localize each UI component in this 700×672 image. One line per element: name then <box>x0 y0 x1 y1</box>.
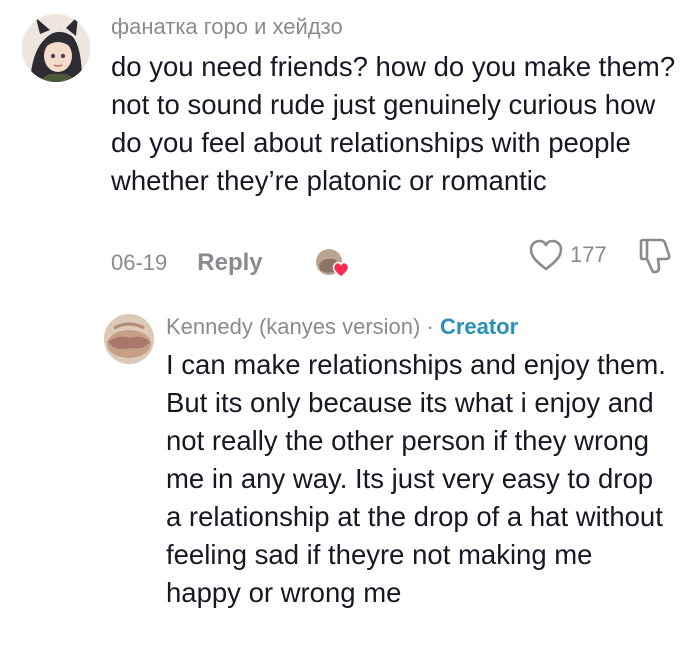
commenter-username[interactable]: фанатка горо и хейдзо <box>111 14 343 40</box>
heart-icon <box>332 261 350 278</box>
comment-date: 06-19 <box>111 250 168 275</box>
like-count: 177 <box>570 242 607 267</box>
commenter-avatar[interactable] <box>22 14 90 82</box>
creator-badge: Creator <box>439 314 519 339</box>
reply-username[interactable]: Kennedy (kanyes version) <box>166 314 420 339</box>
separator-dot: · <box>426 314 434 339</box>
dislike-icon <box>639 238 671 274</box>
dislike-button[interactable] <box>636 236 672 276</box>
comment-text: do you need friends? how do you make the… <box>111 51 676 196</box>
comment-meta: 06-19 Reply <box>111 248 263 278</box>
reply-button[interactable]: Reply <box>197 249 262 277</box>
reply-avatar[interactable] <box>104 314 154 364</box>
like-button[interactable]: 177 <box>528 238 607 272</box>
reply-text: I can make relationships and enjoy them.… <box>166 349 666 608</box>
creator-liked-badge <box>314 246 354 280</box>
reply-username-line: Kennedy (kanyes version) · Creator <box>166 314 518 340</box>
heart-outline-icon <box>529 239 563 271</box>
